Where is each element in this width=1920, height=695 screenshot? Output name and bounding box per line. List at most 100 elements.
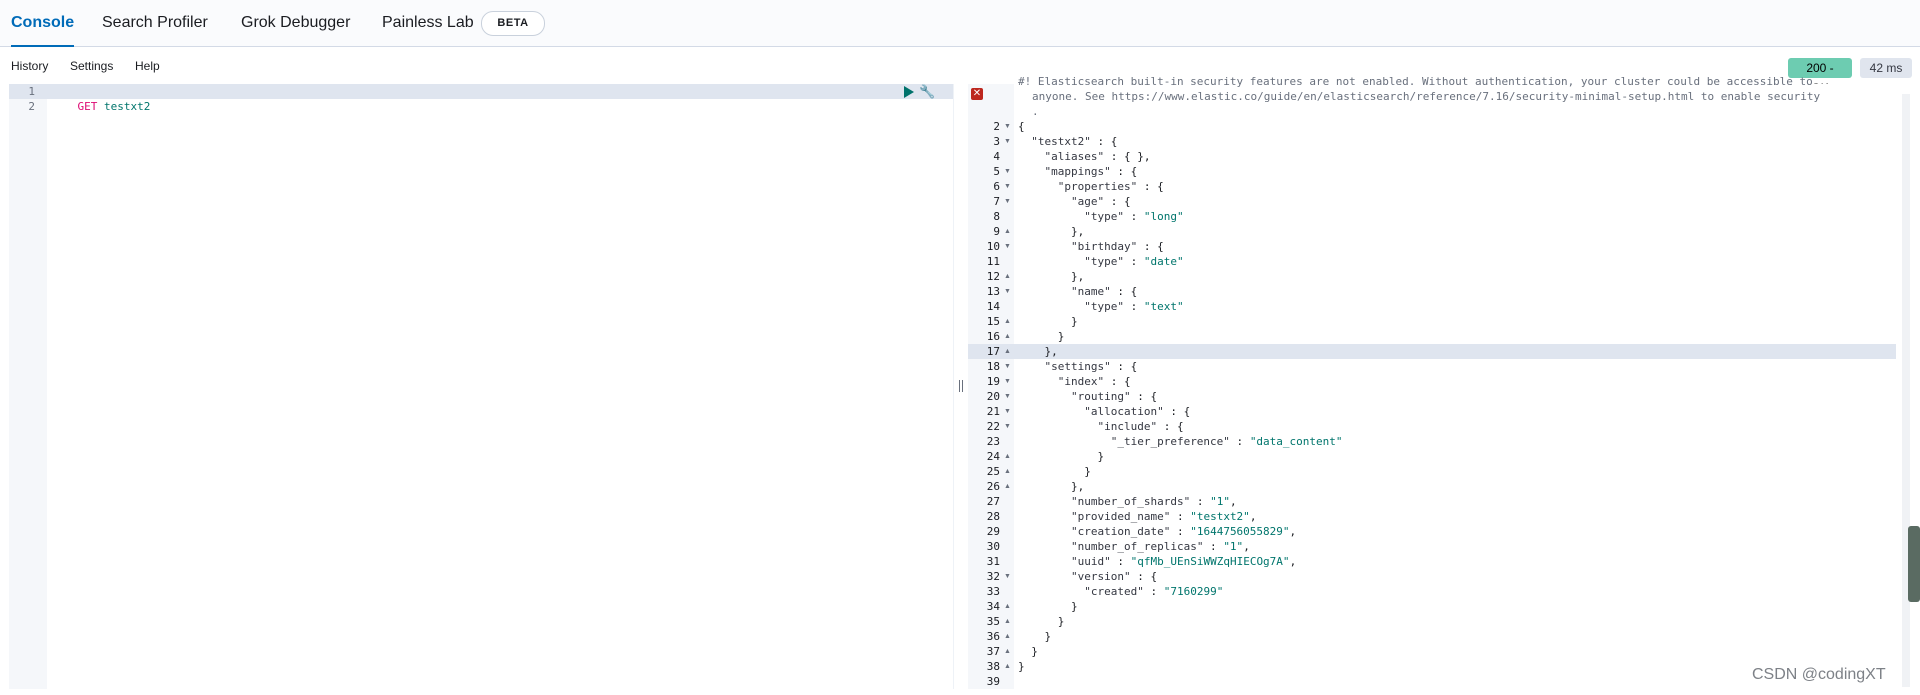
line-number: 38 <box>986 660 1000 673</box>
response-line: } <box>1018 450 1105 463</box>
request-method: GET <box>77 100 98 113</box>
fold-collapse-icon[interactable]: ▼ <box>1004 374 1012 389</box>
response-line: "type" : "text" <box>1084 300 1184 313</box>
fold-collapse-icon[interactable]: ▼ <box>1004 404 1012 419</box>
line-number: 39 <box>986 675 1000 688</box>
line-number: 6 <box>993 180 1000 193</box>
fold-end-icon[interactable]: ▲ <box>1004 659 1012 674</box>
response-line: "testxt2" : { <box>1031 135 1118 148</box>
wrench-icon[interactable]: 🔧 <box>919 84 935 99</box>
history-link[interactable]: History <box>11 59 48 73</box>
resize-handle-icon[interactable] <box>959 380 963 392</box>
line-number: 33 <box>986 585 1000 598</box>
fold-collapse-icon[interactable]: ▼ <box>1004 359 1012 374</box>
response-time-badge: 42 ms <box>1860 58 1912 78</box>
response-line: }, <box>1018 345 1058 358</box>
response-line: }, <box>1018 480 1085 493</box>
response-line: } <box>1018 600 1078 613</box>
line-number: 18 <box>986 360 1000 373</box>
fold-end-icon[interactable]: ▲ <box>1004 629 1012 644</box>
fold-collapse-icon[interactable]: ▼ <box>1004 134 1012 149</box>
app-tabs: Console Search Profiler Grok Debugger Pa… <box>0 0 1920 47</box>
line-number: 13 <box>986 285 1000 298</box>
response-code: #! Elasticsearch built-in security featu… <box>1018 75 1898 689</box>
fold-end-icon[interactable]: ▲ <box>1004 449 1012 464</box>
line-number: 21 <box>986 405 1000 418</box>
response-line: "uuid" : "qfMb_UEnSiWWZqHIECOg7A", <box>1070 555 1297 568</box>
fold-end-icon[interactable]: ▲ <box>1004 614 1012 629</box>
response-line: "number_of_shards" : "1", <box>1070 495 1237 508</box>
line-number: 22 <box>986 420 1000 433</box>
active-line-highlight <box>9 84 953 99</box>
response-line: { <box>1018 120 1025 133</box>
tab-grok-debugger[interactable]: Grok Debugger <box>241 0 350 46</box>
settings-link[interactable]: Settings <box>70 59 113 73</box>
fold-collapse-icon[interactable]: ▼ <box>1004 284 1012 299</box>
fold-end-icon[interactable]: ▲ <box>1004 479 1012 494</box>
fold-end-icon[interactable]: ▲ <box>1004 644 1012 659</box>
scroll-thumb[interactable] <box>1908 526 1920 602</box>
fold-end-icon[interactable]: ▲ <box>1004 329 1012 344</box>
fold-collapse-icon[interactable]: ▼ <box>1004 239 1012 254</box>
request-path: testxt2 <box>104 100 151 113</box>
response-line: "aliases" : { }, <box>1044 150 1151 163</box>
line-number: 3 <box>993 135 1000 148</box>
response-line: "properties" : { <box>1057 180 1164 193</box>
response-line: "name" : { <box>1070 285 1138 298</box>
response-line: "type" : "date" <box>1084 255 1184 268</box>
tab-painless-lab[interactable]: Painless Lab <box>382 0 474 46</box>
line-number: 24 <box>986 450 1000 463</box>
line-number: 23 <box>986 435 1000 448</box>
line-number: 7 <box>993 195 1000 208</box>
response-line: }, <box>1018 270 1085 283</box>
response-line: } <box>1018 465 1091 478</box>
beta-badge: BETA <box>481 11 545 36</box>
help-link[interactable]: Help <box>135 59 160 73</box>
error-marker-icon: ✕ <box>971 88 983 100</box>
fold-end-icon[interactable]: ▲ <box>1004 314 1012 329</box>
response-line: } <box>1018 645 1038 658</box>
line-number: 34 <box>986 600 1000 613</box>
tab-search-profiler[interactable]: Search Profiler <box>102 0 208 46</box>
line-number: 12 <box>986 270 1000 283</box>
response-line: } <box>1018 315 1078 328</box>
fold-end-icon[interactable]: ▲ <box>1004 344 1012 359</box>
line-number: 4 <box>993 150 1000 163</box>
watermark: CSDN @codingXT <box>1752 666 1886 683</box>
line-number: 11 <box>986 255 1000 268</box>
send-request-icon[interactable] <box>904 86 914 98</box>
line-number: 14 <box>986 300 1000 313</box>
fold-collapse-icon[interactable]: ▼ <box>1004 164 1012 179</box>
fold-collapse-icon[interactable]: ▼ <box>1004 194 1012 209</box>
warning-line: #! Elasticsearch built-in security featu… <box>1018 75 1813 88</box>
line-number: 35 <box>986 615 1000 628</box>
line-number: 32 <box>986 570 1000 583</box>
response-line: "routing" : { <box>1070 390 1158 403</box>
pane-splitter[interactable] <box>954 84 968 689</box>
tab-console[interactable]: Console <box>11 0 75 47</box>
response-line: "_tier_preference" : "data_content" <box>1110 435 1343 448</box>
fold-collapse-icon[interactable]: ▼ <box>1004 119 1012 134</box>
request-editor[interactable]: 1 2 GET testxt2 🔧 <box>9 84 954 689</box>
response-line: "settings" : { <box>1044 360 1138 373</box>
response-line: "index" : { <box>1057 375 1131 388</box>
response-line: "mappings" : { <box>1044 165 1138 178</box>
fold-collapse-icon[interactable]: ▼ <box>1004 569 1012 584</box>
fold-end-icon[interactable]: ▲ <box>1004 599 1012 614</box>
fold-end-icon[interactable]: ▲ <box>1004 269 1012 284</box>
line-number: 8 <box>993 210 1000 223</box>
warning-line: . <box>1032 105 1039 118</box>
fold-end-icon[interactable]: ▲ <box>1004 224 1012 239</box>
line-number: 28 <box>986 510 1000 523</box>
fold-collapse-icon[interactable]: ▼ <box>1004 389 1012 404</box>
line-number: 9 <box>993 225 1000 238</box>
fold-end-icon[interactable]: ▲ <box>1004 464 1012 479</box>
fold-collapse-icon[interactable]: ▼ <box>1004 179 1012 194</box>
response-line: "created" : "7160299" <box>1084 585 1224 598</box>
response-line: } <box>1018 615 1065 628</box>
line-number: 20 <box>986 390 1000 403</box>
line-number: 25 <box>986 465 1000 478</box>
response-line: } <box>1018 660 1025 673</box>
fold-collapse-icon[interactable]: ▼ <box>1004 419 1012 434</box>
request-line[interactable]: GET testxt2 <box>51 84 151 113</box>
